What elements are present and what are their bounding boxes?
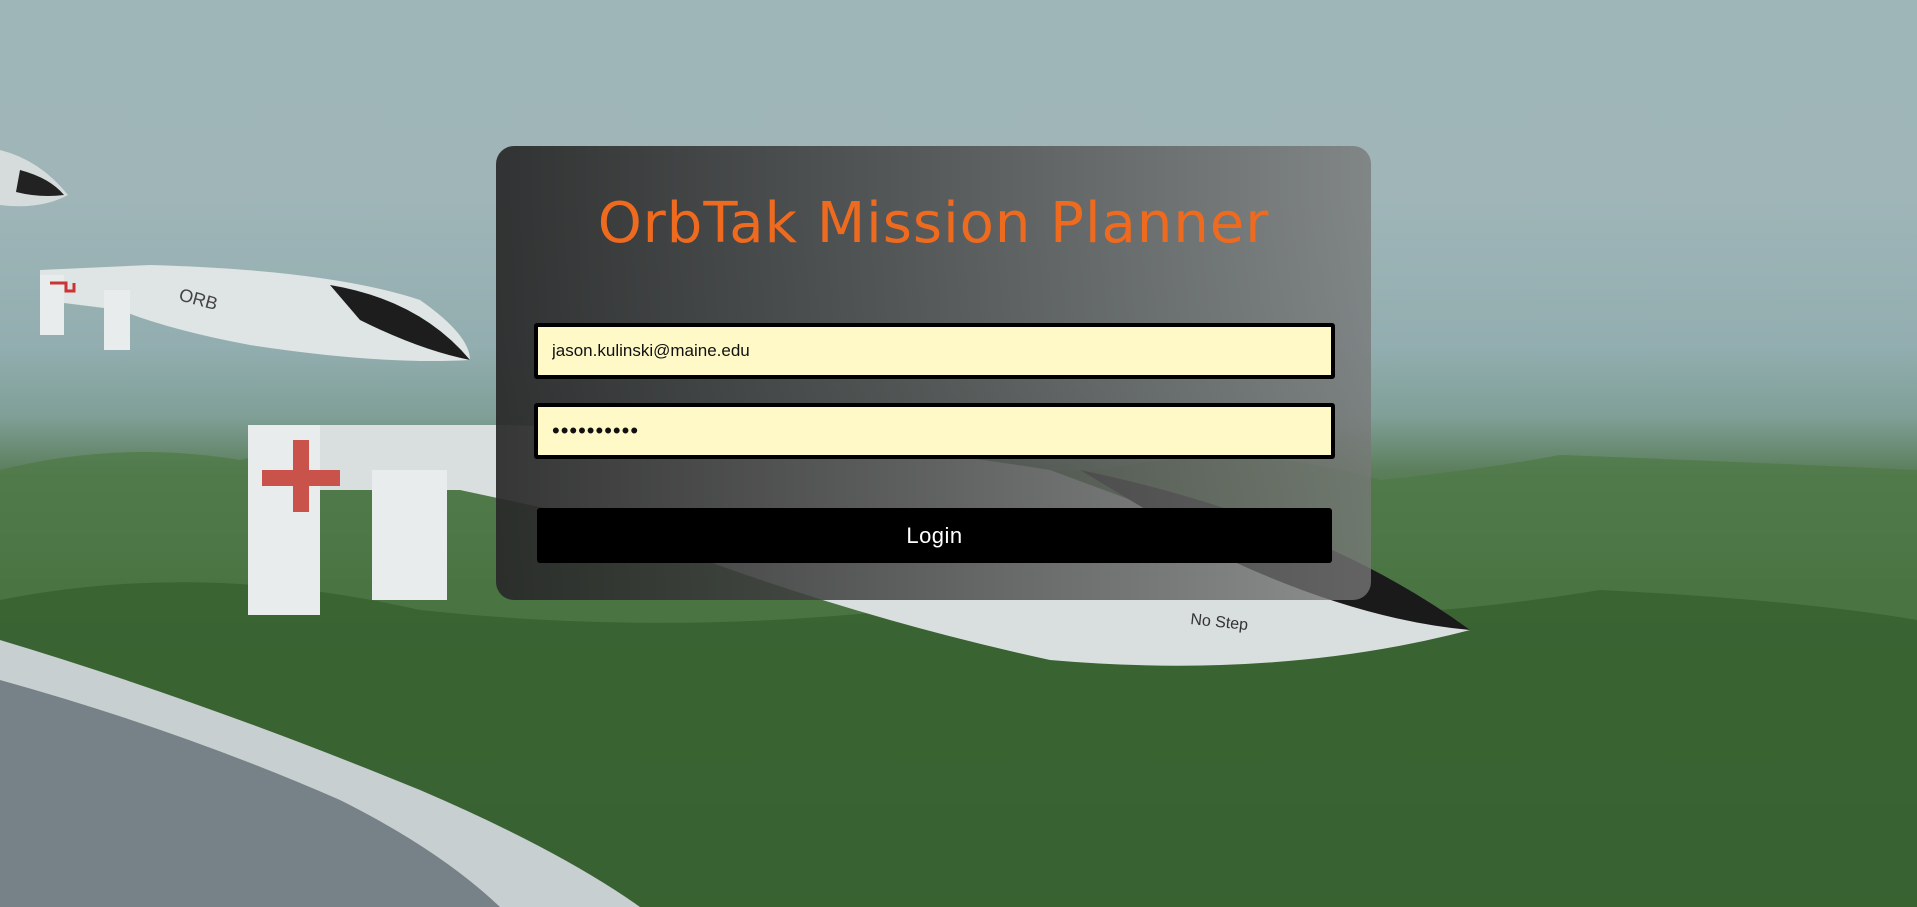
- password-field[interactable]: [534, 403, 1335, 459]
- email-field[interactable]: [534, 323, 1335, 379]
- app-title: OrbTak Mission Planner: [597, 191, 1270, 256]
- login-panel: OrbTak Mission Planner Login: [496, 146, 1371, 600]
- login-button[interactable]: Login: [537, 508, 1332, 563]
